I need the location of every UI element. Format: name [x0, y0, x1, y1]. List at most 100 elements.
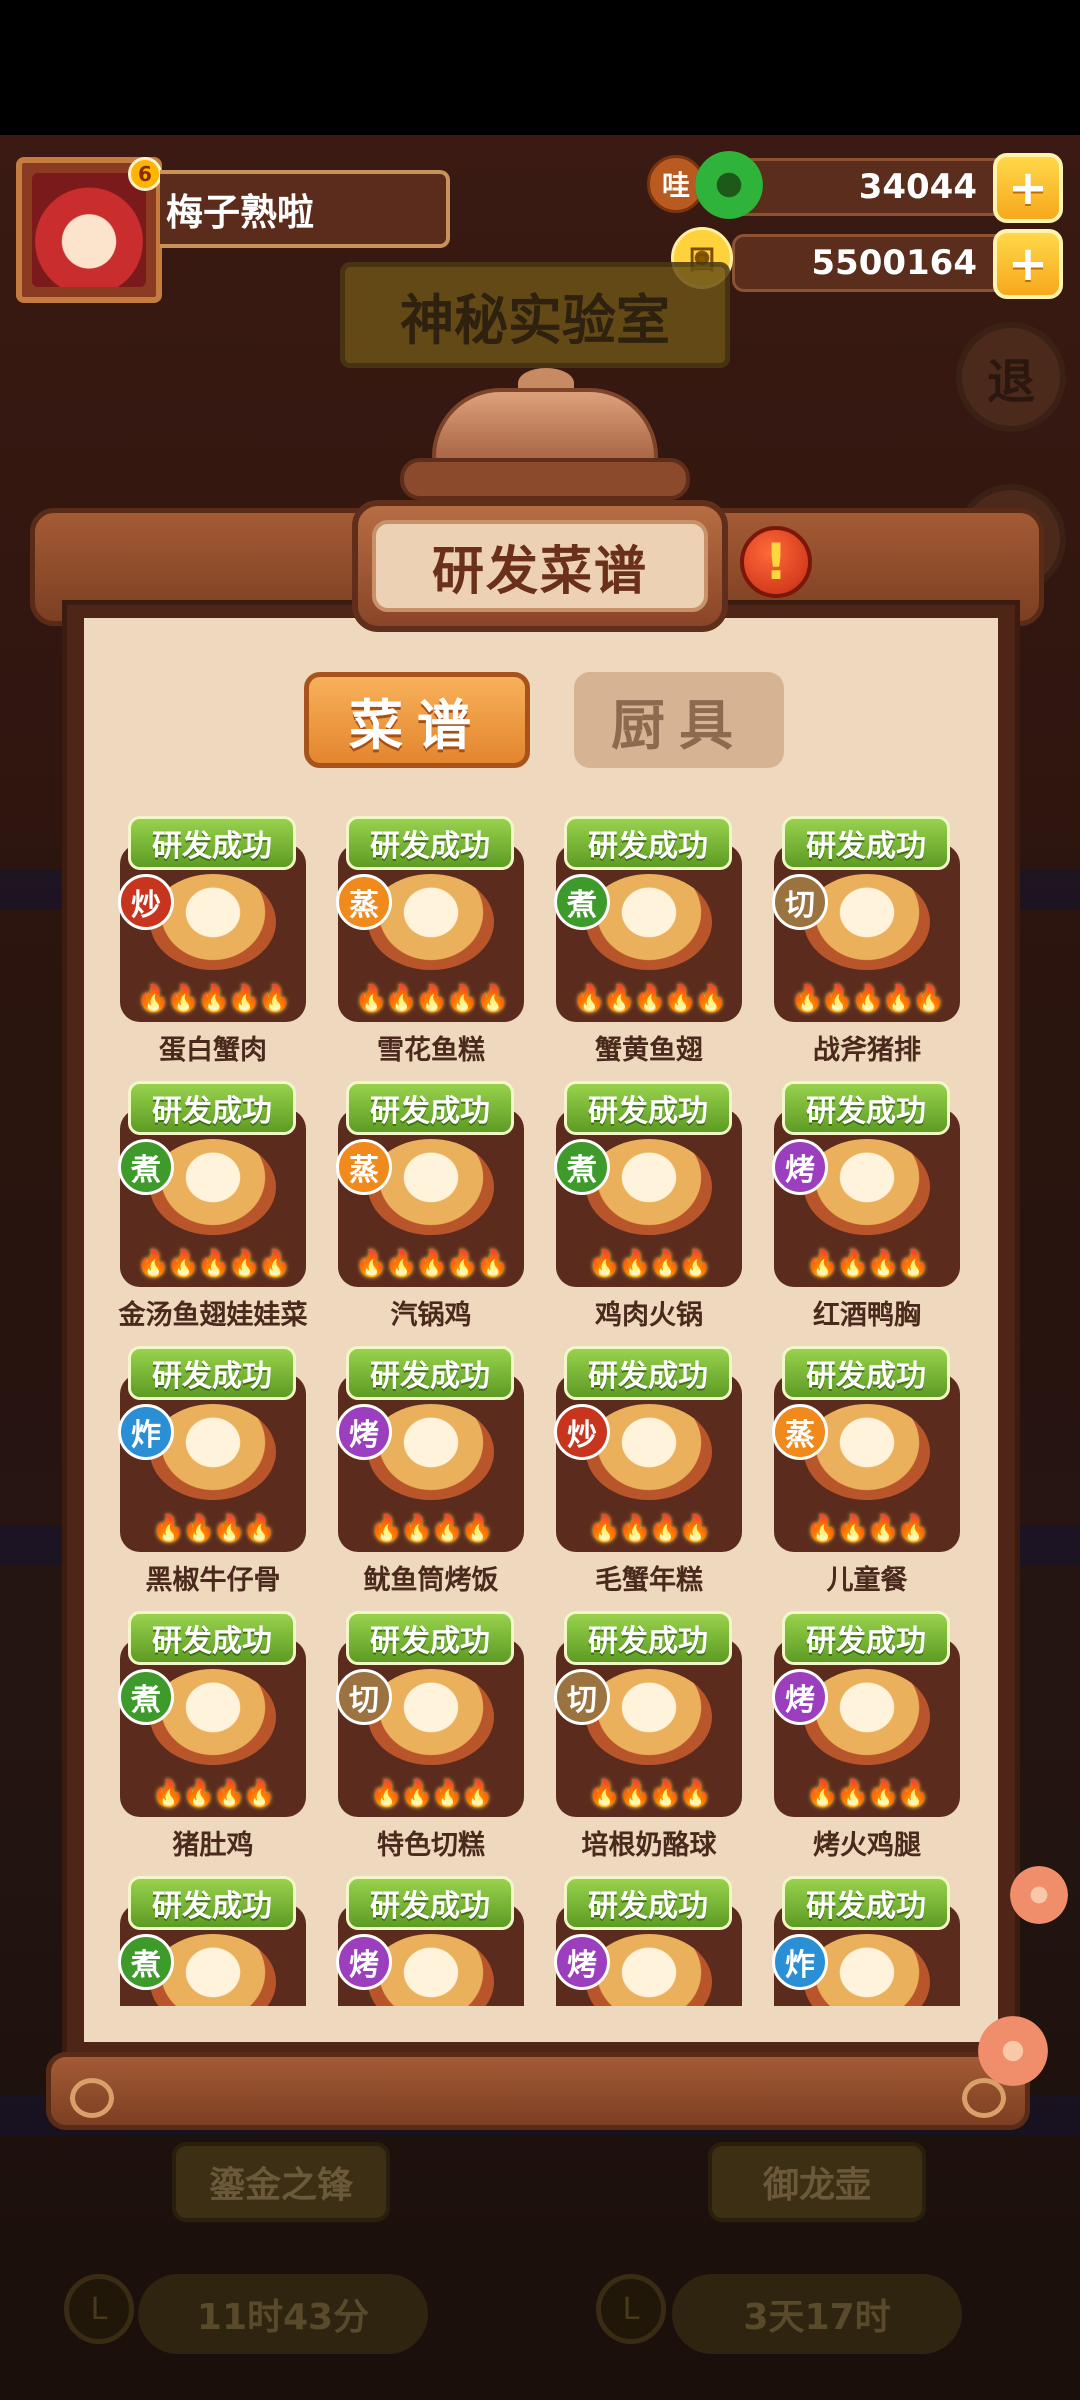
recipe-card[interactable]: 研发成功炒 🔥🔥🔥🔥🔥 蛋白蟹肉 [118, 816, 308, 1081]
player-avatar[interactable]: 6 [16, 157, 162, 303]
cooking-method-icon: 切 [336, 1669, 392, 1725]
flame-rating: 🔥🔥🔥🔥 [370, 1514, 494, 1544]
tab-recipes[interactable]: 菜谱 [304, 672, 530, 768]
recipe-card[interactable]: 研发成功烤 [554, 1876, 744, 2006]
add-coins-button[interactable]: + [993, 229, 1063, 299]
cooking-method-icon: 烤 [772, 1139, 828, 1195]
recipe-name: 烤火鸡腿 [813, 1830, 921, 1861]
research-success-badge: 研发成功 [782, 1876, 950, 1930]
player-name: 梅子熟啦 [160, 170, 450, 248]
research-success-badge: 研发成功 [128, 1081, 296, 1135]
lid-base [400, 458, 690, 500]
research-success-badge: 研发成功 [128, 1611, 296, 1665]
scroll-bottom-bar [46, 2052, 1030, 2130]
recipe-card[interactable]: 研发成功烤 🔥🔥🔥🔥 烤火鸡腿 [772, 1611, 962, 1876]
recipe-card[interactable]: 研发成功切 🔥🔥🔥🔥 特色切糕 [336, 1611, 526, 1876]
cooking-method-icon: 炸 [118, 1404, 174, 1460]
flame-rating: 🔥🔥🔥🔥🔥 [573, 984, 727, 1014]
research-success-badge: 研发成功 [564, 1876, 732, 1930]
research-success-badge: 研发成功 [782, 1611, 950, 1665]
research-success-badge: 研发成功 [346, 1346, 514, 1400]
flame-rating: 🔥🔥🔥🔥🔥 [355, 1249, 509, 1279]
recipe-card[interactable]: 研发成功炒 🔥🔥🔥🔥 毛蟹年糕 [554, 1346, 744, 1611]
right-timer: 3天17时 [672, 2274, 962, 2354]
flame-rating: 🔥🔥🔥🔥 [370, 1779, 494, 1809]
cooking-method-icon: 蒸 [336, 874, 392, 930]
cooking-method-icon: 蒸 [336, 1139, 392, 1195]
research-success-badge: 研发成功 [346, 816, 514, 870]
research-success-badge: 研发成功 [346, 1876, 514, 1930]
research-success-badge: 研发成功 [128, 1346, 296, 1400]
flame-rating: 🔥🔥🔥🔥 [588, 1514, 712, 1544]
recipe-card[interactable]: 研发成功炸 [772, 1876, 962, 2006]
flame-rating: 🔥🔥🔥🔥 [806, 1249, 930, 1279]
cooking-method-icon: 煮 [118, 1669, 174, 1725]
recipe-name: 战斧猪排 [813, 1035, 921, 1066]
research-success-badge: 研发成功 [782, 1081, 950, 1135]
cooking-method-icon: 煮 [118, 1934, 174, 1990]
scroll-curl [962, 2078, 1006, 2118]
recipe-card[interactable]: 研发成功煮 🔥🔥🔥🔥 鸡肉火锅 [554, 1081, 744, 1346]
research-success-badge: 研发成功 [782, 1346, 950, 1400]
lid-decoration [432, 388, 658, 464]
recipe-card[interactable]: 研发成功蒸 🔥🔥🔥🔥 儿童餐 [772, 1346, 962, 1611]
cooking-method-icon: 煮 [554, 874, 610, 930]
info-alert-icon[interactable]: ! [740, 526, 812, 598]
status-bar [0, 0, 1080, 135]
research-success-badge: 研发成功 [564, 1611, 732, 1665]
recipe-card[interactable]: 研发成功蒸 🔥🔥🔥🔥🔥 雪花鱼糕 [336, 816, 526, 1081]
recipe-name: 汽锅鸡 [390, 1300, 472, 1331]
cooking-method-icon: 切 [554, 1669, 610, 1725]
recipe-name: 黑椒牛仔骨 [145, 1565, 281, 1596]
flame-rating: 🔥🔥🔥🔥🔥 [137, 1249, 291, 1279]
avatar-portrait [32, 173, 146, 287]
exit-button: 退 [956, 322, 1066, 432]
flame-rating: 🔥🔥🔥🔥 [588, 1249, 712, 1279]
recipe-card[interactable]: 研发成功烤 🔥🔥🔥🔥 鱿鱼筒烤饭 [336, 1346, 526, 1611]
cooking-method-icon: 炒 [554, 1404, 610, 1460]
recipe-name: 蟹黄鱼翅 [595, 1035, 703, 1066]
recipe-grid: 研发成功炒 🔥🔥🔥🔥🔥 蛋白蟹肉 研发成功蒸 🔥🔥🔥🔥🔥 雪花鱼糕 研发成功煮 🔥🔥🔥🔥🔥 蟹黄… [118, 816, 968, 2006]
cooking-method-icon: 炒 [118, 874, 174, 930]
panel-title-plaque: 研发菜谱 [352, 500, 728, 632]
tab-utensils[interactable]: 厨具 [574, 672, 784, 768]
flower-decoration [978, 2016, 1048, 2086]
jade-amount: 34044 [858, 167, 977, 207]
recipe-name: 儿童餐 [826, 1565, 908, 1596]
recipe-name: 鱿鱼筒烤饭 [363, 1565, 499, 1596]
research-success-badge: 研发成功 [128, 816, 296, 870]
recipe-card[interactable]: 研发成功烤 🔥🔥🔥🔥 红酒鸭胸 [772, 1081, 962, 1346]
jade-currency: 哇 34044 + [647, 151, 1063, 223]
flame-rating: 🔥🔥🔥🔥🔥 [791, 984, 945, 1014]
recipe-card[interactable]: 研发成功炸 🔥🔥🔥🔥 黑椒牛仔骨 [118, 1346, 308, 1611]
cooking-method-icon: 烤 [336, 1404, 392, 1460]
research-success-badge: 研发成功 [564, 1081, 732, 1135]
panel-title: 研发菜谱 [372, 520, 708, 612]
recipe-card[interactable]: 研发成功切 🔥🔥🔥🔥 培根奶酪球 [554, 1611, 744, 1876]
recipe-card[interactable]: 研发成功煮 🔥🔥🔥🔥🔥 蟹黄鱼翅 [554, 816, 744, 1081]
recipe-card[interactable]: 研发成功烤 [336, 1876, 526, 2006]
left-timer: 11时43分 [138, 2274, 428, 2354]
avatar-level-badge: 6 [128, 157, 162, 191]
research-success-badge: 研发成功 [564, 1346, 732, 1400]
recipe-card[interactable]: 研发成功蒸 🔥🔥🔥🔥🔥 汽锅鸡 [336, 1081, 526, 1346]
recipe-card[interactable]: 研发成功切 🔥🔥🔥🔥🔥 战斧猪排 [772, 816, 962, 1081]
scroll-curl [70, 2078, 114, 2118]
research-success-badge: 研发成功 [128, 1876, 296, 1930]
recipe-card[interactable]: 研发成功煮 🔥🔥🔥🔥 猪肚鸡 [118, 1611, 308, 1876]
flame-rating: 🔥🔥🔥🔥 [152, 1514, 276, 1544]
flame-rating: 🔥🔥🔥🔥 [152, 1779, 276, 1809]
recipe-card[interactable]: 研发成功煮 [118, 1876, 308, 2006]
cooking-method-icon: 煮 [554, 1139, 610, 1195]
recipe-name: 金汤鱼翅娃娃菜 [118, 1300, 308, 1331]
recipe-card[interactable]: 研发成功煮 🔥🔥🔥🔥🔥 金汤鱼翅娃娃菜 [118, 1081, 308, 1346]
cooking-method-icon: 烤 [554, 1934, 610, 1990]
cooking-method-icon: 蒸 [772, 1404, 828, 1460]
add-jade-button[interactable]: + [993, 153, 1063, 223]
cooking-method-icon: 切 [772, 874, 828, 930]
lab-title: 神秘实验室 [340, 262, 730, 368]
right-item-label: 御龙壶 [708, 2142, 926, 2222]
jade-icon [695, 151, 763, 219]
recipe-name: 毛蟹年糕 [595, 1565, 703, 1596]
clock-icon: L [64, 2274, 134, 2344]
